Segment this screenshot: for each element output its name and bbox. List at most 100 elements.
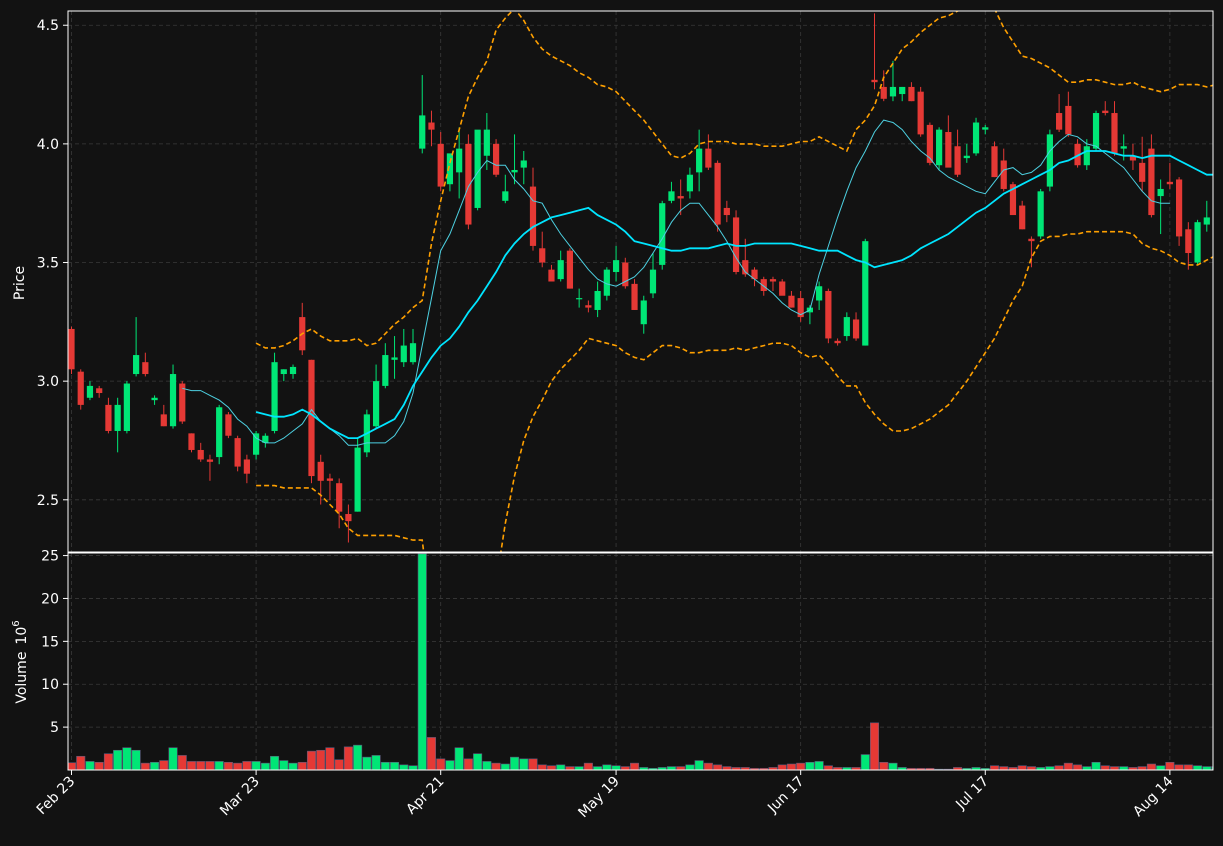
volume-bar xyxy=(1082,766,1092,770)
volume-bar xyxy=(131,749,141,770)
volume-bar xyxy=(546,765,556,770)
candle-body xyxy=(991,146,998,178)
candle-body xyxy=(114,404,121,431)
candle-body xyxy=(539,248,546,263)
candle-body xyxy=(936,129,943,166)
candle-body xyxy=(649,269,657,294)
candle-body xyxy=(612,260,620,273)
volume-bar xyxy=(454,747,464,770)
volume-bar xyxy=(989,765,1000,770)
price-tick-label: 4.5 xyxy=(37,18,59,34)
candle-body xyxy=(668,191,675,201)
candle-body xyxy=(576,298,583,300)
volume-bar xyxy=(694,760,704,770)
volume-tick-label: 20 xyxy=(41,591,59,607)
candle-body xyxy=(345,514,352,522)
volume-bar xyxy=(786,763,796,770)
candle-body xyxy=(548,269,555,282)
volume-tick-label: 15 xyxy=(41,634,59,650)
volume-bar xyxy=(371,755,381,770)
candle-body xyxy=(68,328,75,370)
candle-body xyxy=(234,438,241,467)
volume-bar xyxy=(297,761,307,770)
candle-body xyxy=(409,343,417,363)
candle-body xyxy=(557,260,564,280)
volume-bar xyxy=(113,749,123,770)
price-axis-label: Price xyxy=(12,266,28,300)
candle-body xyxy=(206,459,214,462)
volume-bar xyxy=(343,746,353,770)
volume-bar xyxy=(85,761,95,770)
candle-body xyxy=(769,279,777,282)
candle-body xyxy=(566,250,574,289)
volume-tick-label: 10 xyxy=(41,677,59,693)
candle-body xyxy=(889,86,897,97)
candle-body xyxy=(594,290,601,310)
volume-bar xyxy=(1091,761,1101,770)
volume-bar xyxy=(537,764,547,770)
candle-body xyxy=(326,478,334,481)
candle-body xyxy=(1037,191,1044,237)
chart-svg: 2.53.03.54.04.5510152025Feb 23 Mar 23 Apr … xyxy=(0,0,1223,842)
volume-bar xyxy=(242,761,252,770)
volume-bar xyxy=(602,764,612,770)
volume-bar xyxy=(860,754,870,770)
volume-bar xyxy=(1165,761,1175,770)
volume-bar xyxy=(1063,762,1073,770)
candle-body xyxy=(96,388,103,394)
candle-body xyxy=(437,143,444,187)
candle-body xyxy=(686,174,694,192)
candle-body xyxy=(1111,113,1118,154)
volume-bar xyxy=(482,761,492,770)
volume-bar xyxy=(408,765,418,770)
candle-body xyxy=(834,340,841,344)
candle-body xyxy=(1139,162,1146,182)
candle-body xyxy=(963,155,970,159)
candle-body xyxy=(142,362,149,375)
candle-body xyxy=(243,459,250,474)
candle-body xyxy=(852,319,860,339)
candle-body xyxy=(1166,181,1173,185)
candle-body xyxy=(529,186,537,246)
candle-body xyxy=(908,86,915,102)
volume-bar xyxy=(500,763,510,770)
volume-bar xyxy=(796,762,806,770)
volume-bar xyxy=(103,753,113,770)
volume-bar xyxy=(823,765,833,770)
volume-bar xyxy=(463,758,473,770)
volume-bar xyxy=(1026,766,1036,770)
candle-body xyxy=(871,79,878,83)
candle-body xyxy=(197,449,204,460)
volume-bar xyxy=(814,761,824,770)
candle-body xyxy=(271,362,278,431)
volume-bar xyxy=(1109,766,1120,770)
volume-bar xyxy=(122,747,132,770)
candle-body xyxy=(151,397,158,401)
volume-bar xyxy=(68,762,77,770)
candle-body xyxy=(511,169,518,173)
volume-bar xyxy=(1073,764,1083,770)
volume-bar xyxy=(325,747,335,770)
candle-body xyxy=(631,283,638,310)
candle-body xyxy=(77,371,84,405)
volume-bar xyxy=(593,766,603,770)
volume-bar xyxy=(1146,763,1156,770)
volume-bar xyxy=(1100,765,1110,770)
volume-bar xyxy=(288,762,298,770)
volume-bar xyxy=(1156,765,1166,770)
volume-bar xyxy=(1054,765,1064,770)
volume-bar xyxy=(214,761,224,770)
candle-body xyxy=(123,383,130,431)
candlestick-chart: 2.5 3.0 3.5 4.0 4.5 5 10 15 20 25 Feb 23 Mar 23 Apr … xyxy=(0,0,1223,842)
volume-bar xyxy=(1183,764,1193,770)
volume-bar xyxy=(473,753,483,770)
candle-body xyxy=(1019,205,1026,230)
volume-bar xyxy=(805,761,815,770)
candle-body xyxy=(289,366,297,375)
volume-bar xyxy=(353,744,363,770)
candle-body xyxy=(456,148,463,173)
candle-body xyxy=(954,146,961,175)
volume-bar xyxy=(583,762,593,770)
candle-body xyxy=(696,148,703,173)
candle-body xyxy=(788,295,795,308)
